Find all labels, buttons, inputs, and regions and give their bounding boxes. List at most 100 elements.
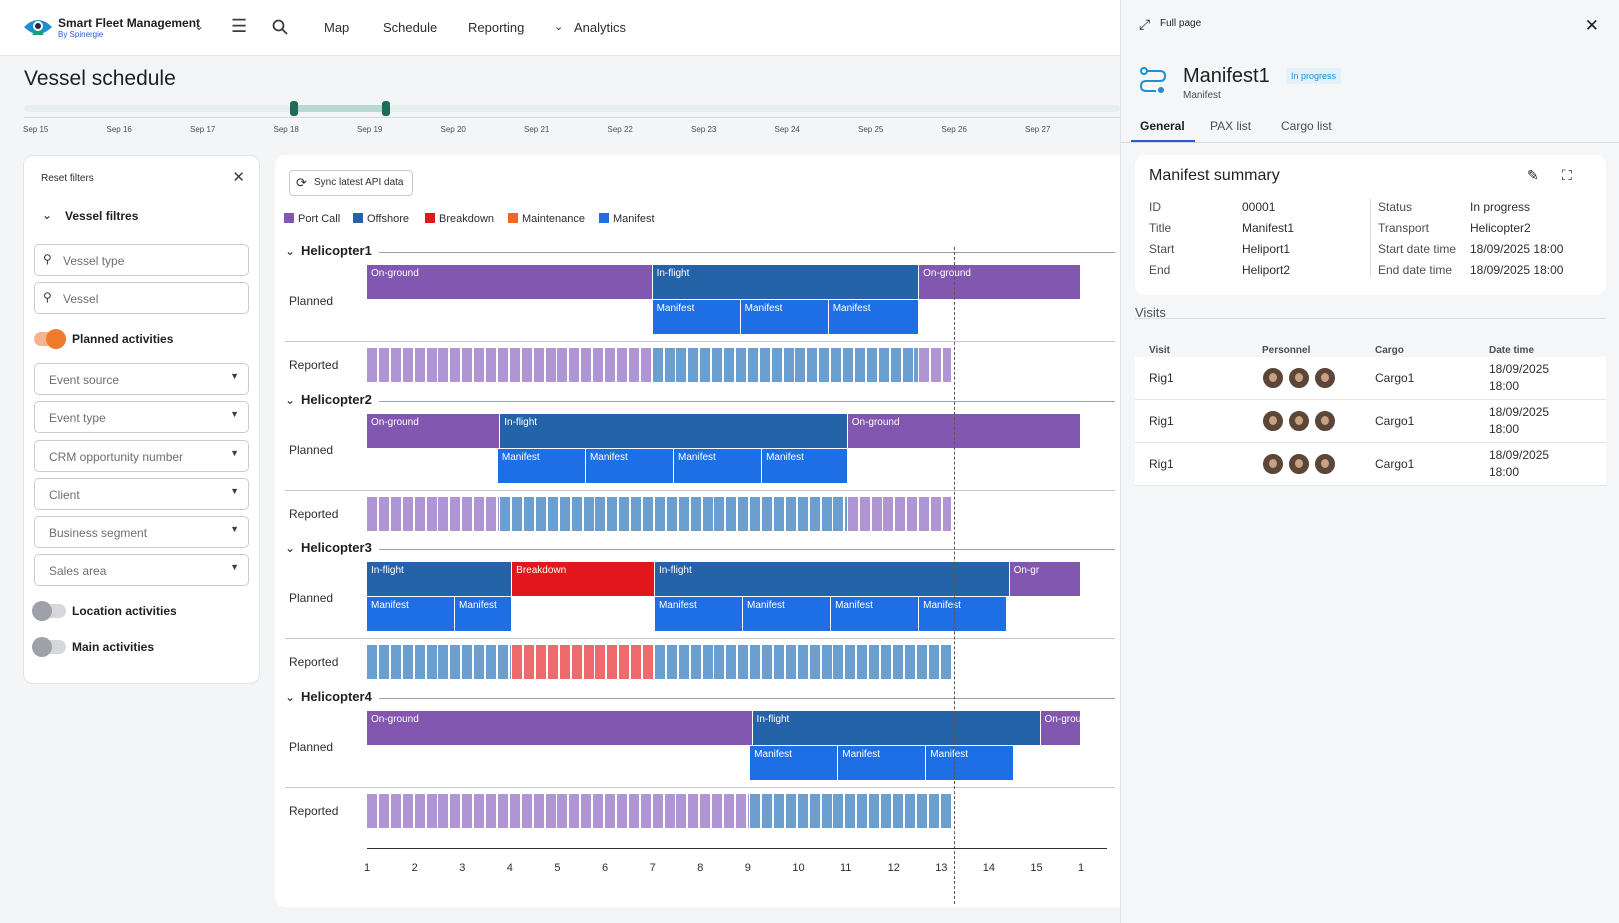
helicopter-name[interactable]: Helicopter1: [301, 243, 372, 258]
reported-cell: [569, 793, 580, 828]
vessel-filters-section[interactable]: Vessel filtres: [65, 209, 138, 223]
fullscreen-icon[interactable]: ⛶: [1562, 167, 1572, 184]
manifest-bar[interactable]: Manifest: [367, 597, 456, 631]
chevron-down-icon[interactable]: ⌄: [285, 690, 295, 704]
activity-bar[interactable]: On-grou: [1040, 710, 1081, 745]
reported-cell: [904, 645, 915, 679]
legend-label: Manifest: [613, 213, 655, 225]
table-row[interactable]: Rig1 Cargo1 18/09/2025 18:00: [1135, 357, 1606, 400]
manifest-bar[interactable]: Manifest: [652, 300, 741, 334]
nav-reporting[interactable]: Reporting: [468, 20, 524, 35]
edit-icon[interactable]: ✎: [1527, 167, 1539, 184]
search-icon[interactable]: [272, 19, 288, 35]
timeline-start-handle[interactable]: [290, 101, 298, 116]
avatar[interactable]: [1288, 410, 1310, 432]
legend-swatch: [353, 213, 363, 223]
crm-opportunity-select[interactable]: CRM opportunity number ▼: [34, 440, 249, 472]
vessel-type-input[interactable]: ⚲ Vessel type: [34, 244, 249, 276]
avatar[interactable]: [1288, 453, 1310, 475]
planned-activities-toggle[interactable]: [34, 329, 66, 349]
manifest-bar[interactable]: Manifest: [828, 300, 920, 334]
vessel-input[interactable]: ⚲ Vessel: [34, 282, 249, 314]
manifest-bar[interactable]: Manifest: [654, 597, 744, 631]
chevron-down-icon[interactable]: ⌄: [285, 244, 295, 258]
manifest-bar[interactable]: Manifest: [838, 745, 927, 780]
chevron-down-icon[interactable]: ⌄: [285, 541, 295, 555]
activity-bar[interactable]: On-gr: [1009, 562, 1081, 596]
activity-bar[interactable]: On-ground: [919, 265, 1081, 299]
manifest-bar[interactable]: Manifest: [926, 745, 1015, 780]
helicopter-name[interactable]: Helicopter4: [301, 689, 372, 704]
tab-general[interactable]: General: [1140, 119, 1185, 133]
manifest-bar[interactable]: Manifest: [674, 448, 763, 483]
reported-cell: [462, 348, 473, 382]
reported-cell: [500, 496, 511, 531]
client-select[interactable]: Client ▼: [34, 478, 249, 510]
activity-bar[interactable]: In-flight: [500, 413, 848, 448]
timeline-end-handle[interactable]: [382, 101, 390, 116]
legend-item: Maintenance: [508, 213, 585, 225]
manifest-bar[interactable]: Manifest: [919, 597, 1008, 631]
nav-analytics[interactable]: Analytics: [574, 20, 626, 35]
avatar[interactable]: [1314, 453, 1336, 475]
activity-bar[interactable]: In-flight: [367, 562, 513, 596]
avatar[interactable]: [1314, 367, 1336, 389]
timeline-track[interactable]: [24, 105, 1120, 112]
manifest-bar[interactable]: Manifest: [497, 448, 586, 483]
manifest-bar[interactable]: Manifest: [762, 448, 848, 483]
helicopter-name[interactable]: Helicopter2: [301, 392, 372, 407]
tab-cargo-list[interactable]: Cargo list: [1281, 119, 1332, 133]
sync-api-button[interactable]: ⟳ Sync latest API data: [289, 170, 413, 196]
summary-key: Start date time: [1378, 242, 1457, 256]
chevron-down-icon[interactable]: ⌄: [194, 19, 204, 33]
manifest-bar[interactable]: Manifest: [585, 448, 674, 483]
manifest-bar[interactable]: Manifest: [831, 597, 920, 631]
manifest-bar[interactable]: Manifest: [455, 597, 513, 631]
activity-bar[interactable]: On-ground: [367, 265, 653, 299]
full-page-button[interactable]: Full page: [1160, 18, 1201, 29]
tab-pax-list[interactable]: PAX list: [1210, 119, 1251, 133]
activity-bar[interactable]: On-ground: [367, 710, 753, 745]
activity-bar[interactable]: On-ground: [847, 413, 1081, 448]
close-icon[interactable]: ✕: [232, 168, 245, 186]
reported-cell: [857, 645, 868, 679]
event-source-select[interactable]: Event source ▼: [34, 363, 249, 395]
activity-bar[interactable]: On-ground: [367, 413, 501, 448]
reported-cell: [438, 348, 449, 382]
avatar[interactable]: [1262, 367, 1284, 389]
activity-bar[interactable]: In-flight: [652, 265, 920, 299]
activity-bar[interactable]: In-flight: [752, 710, 1041, 745]
business-segment-select[interactable]: Business segment ▼: [34, 516, 249, 548]
table-row[interactable]: Rig1 Cargo1 18/09/2025 18:00: [1135, 400, 1606, 443]
expand-icon[interactable]: ⤢: [1139, 16, 1150, 33]
manifest-bar[interactable]: Manifest: [743, 597, 832, 631]
nav-schedule[interactable]: Schedule: [383, 20, 437, 35]
reported-cell: [750, 496, 761, 531]
main-activities-toggle[interactable]: [32, 637, 66, 657]
close-icon[interactable]: ✕: [1585, 16, 1599, 36]
reported-track: [367, 496, 952, 531]
activity-bar[interactable]: Breakdown: [512, 562, 655, 596]
reported-cell: [821, 496, 832, 531]
menu-icon[interactable]: ☰: [231, 16, 247, 37]
nav-map[interactable]: Map: [324, 20, 349, 35]
manifest-bar[interactable]: Manifest: [740, 300, 829, 334]
reported-cell: [545, 348, 556, 382]
avatar[interactable]: [1288, 367, 1310, 389]
helicopter-name[interactable]: Helicopter3: [301, 540, 372, 555]
sales-area-select[interactable]: Sales area ▼: [34, 554, 249, 586]
avatar[interactable]: [1262, 410, 1284, 432]
avatar[interactable]: [1262, 453, 1284, 475]
reset-filters-button[interactable]: Reset filters: [41, 173, 94, 184]
chevron-down-icon[interactable]: ⌄: [42, 208, 52, 222]
event-type-select[interactable]: Event type ▼: [34, 401, 249, 433]
manifest-bar[interactable]: Manifest: [750, 745, 839, 780]
reported-cell: [904, 793, 915, 828]
timeline-selection[interactable]: [294, 105, 386, 112]
reported-cell: [845, 645, 856, 679]
avatar[interactable]: [1314, 410, 1336, 432]
chevron-down-icon[interactable]: ⌄: [285, 393, 295, 407]
location-activities-toggle[interactable]: [32, 601, 66, 621]
table-row[interactable]: Rig1 Cargo1 18/09/2025 18:00: [1135, 443, 1606, 486]
activity-bar[interactable]: In-flight: [654, 562, 1010, 596]
